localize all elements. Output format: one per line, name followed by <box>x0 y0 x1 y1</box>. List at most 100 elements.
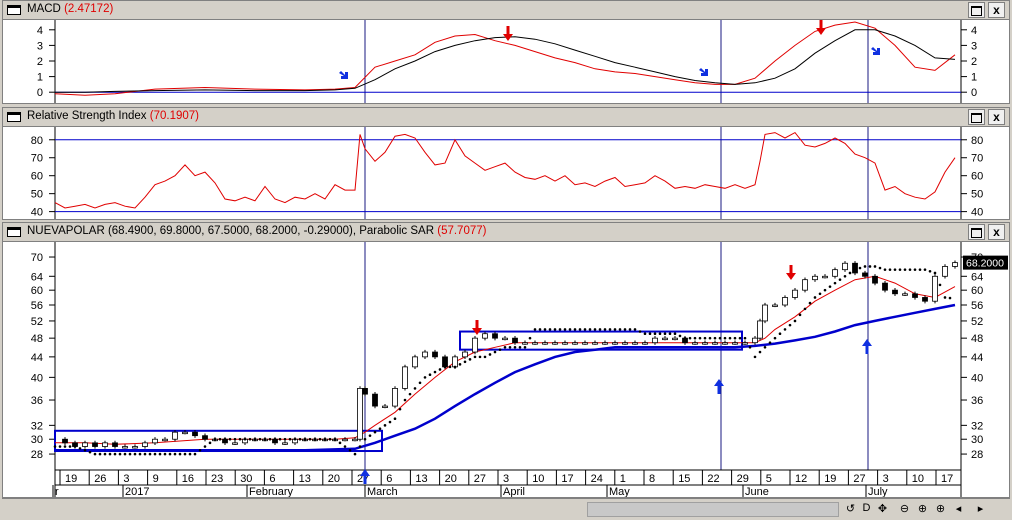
candle-body <box>632 342 638 345</box>
toolbar-tool-icon[interactable]: ▸ <box>974 502 987 515</box>
candle-body <box>622 342 628 345</box>
sar-dot <box>213 437 217 441</box>
sar-dot <box>553 328 557 331</box>
toolbar-tool-icon[interactable]: ⊕ <box>934 502 947 515</box>
sar-dot <box>648 332 652 336</box>
sar-dot <box>853 268 857 271</box>
sar-dot <box>713 336 717 340</box>
sar-dot <box>723 336 727 340</box>
sar-dot <box>618 328 622 331</box>
x-tick-label: 9 <box>153 473 159 485</box>
sar-dot <box>243 437 247 441</box>
candle-body <box>182 431 188 435</box>
toolbar-tool-icon[interactable]: ◂ <box>952 502 965 515</box>
sar-dot <box>898 268 902 271</box>
x-month-label: June <box>745 486 769 497</box>
sar-dot <box>338 441 342 445</box>
sar-dot <box>228 437 232 441</box>
macd-value: (2.47172) <box>64 3 114 15</box>
sar-dot <box>548 328 552 331</box>
sar-dot <box>728 336 732 340</box>
close-button[interactable]: x <box>988 2 1005 18</box>
sar-dot <box>528 336 532 340</box>
sar-dot <box>733 336 737 340</box>
price-titlebar: NUEVAPOLAR (68.4900, 69.8000, 67.5000, 6… <box>3 223 1009 242</box>
maximize-icon <box>971 6 982 16</box>
maximize-button[interactable] <box>968 109 985 125</box>
y-tick-label-right: 48 <box>971 333 983 345</box>
candle-body <box>562 342 568 345</box>
toolbar-tool-icon[interactable]: ↺ <box>844 502 857 515</box>
sar-dot <box>333 437 337 441</box>
sar-dot <box>538 328 542 331</box>
x-month-label: May <box>609 486 630 497</box>
maximize-button[interactable] <box>968 2 985 18</box>
sar-dot <box>693 336 697 340</box>
candle-body <box>382 405 388 408</box>
close-button[interactable]: x <box>988 224 1005 240</box>
toolbar-tool-icon[interactable]: ⊕ <box>916 502 929 515</box>
candle-body <box>572 342 578 345</box>
toolbar-tool-icon[interactable]: ✥ <box>876 502 889 515</box>
x-month-label: April <box>503 486 525 497</box>
sar-dot <box>63 445 67 448</box>
sar-dot <box>923 268 927 271</box>
sar-dot <box>808 301 812 305</box>
sar-dot <box>678 334 682 338</box>
sar-dot <box>933 271 937 275</box>
toolbar-tool-icon[interactable]: D <box>860 502 873 514</box>
candle-body <box>362 387 368 395</box>
sar-dot <box>248 437 252 441</box>
y-tick-label-left: 60 <box>31 171 43 183</box>
x-month-label: 2017 <box>125 486 149 497</box>
sar-dot <box>183 452 187 456</box>
x-tick-label: 24 <box>591 473 603 485</box>
sar-dot <box>753 355 757 359</box>
sar-dot <box>708 336 712 340</box>
macd-title: MACD (2.47172) <box>27 3 114 15</box>
y-tick-label-right: 0 <box>971 87 977 99</box>
sar-dot <box>468 358 472 361</box>
sar-dot <box>613 328 617 331</box>
candle-body <box>762 304 768 322</box>
sar-dot <box>438 368 442 371</box>
y-tick-label-left: 30 <box>31 434 43 446</box>
y-tick-label-left: 1 <box>37 72 43 84</box>
maximize-button[interactable] <box>968 224 985 240</box>
toolbar-tool-icon[interactable]: ⊖ <box>898 502 911 515</box>
horizontal-scrollbar[interactable] <box>587 502 839 517</box>
candle-body <box>152 438 158 444</box>
sar-dot <box>288 437 292 441</box>
sar-dot <box>773 336 777 340</box>
sar-dot <box>483 355 487 359</box>
x-tick-label: 26 <box>94 473 106 485</box>
y-tick-label-left: 50 <box>31 189 43 201</box>
sar-dot <box>523 346 527 349</box>
candle-body <box>542 342 548 345</box>
y-tick-label-left: 64 <box>31 271 43 283</box>
sar-dot <box>123 452 127 456</box>
candle-body <box>162 438 168 442</box>
candle-body <box>172 431 178 440</box>
sar-dot <box>423 376 427 379</box>
sar-dot <box>253 437 257 441</box>
candle-body <box>92 442 98 447</box>
y-tick-label-left: 44 <box>31 352 43 364</box>
candle-body <box>612 342 618 345</box>
sar-dot <box>128 452 132 456</box>
sar-dot <box>643 332 647 336</box>
sar-dot <box>743 336 747 340</box>
sar-dot <box>463 360 467 364</box>
y-tick-label-right: 32 <box>971 420 983 432</box>
y-tick-label-right: 36 <box>971 395 983 407</box>
close-button[interactable]: x <box>988 109 1005 125</box>
sar-dot <box>373 430 377 434</box>
candle-body <box>792 289 798 298</box>
sar-dot <box>398 407 402 411</box>
x-tick-label: 27 <box>474 473 486 485</box>
x-month-label: February <box>249 486 294 497</box>
sar-dot <box>758 350 762 354</box>
candle-body <box>592 342 598 345</box>
y-tick-label-left: 32 <box>31 420 43 432</box>
sell-arrow-marker <box>786 265 796 280</box>
